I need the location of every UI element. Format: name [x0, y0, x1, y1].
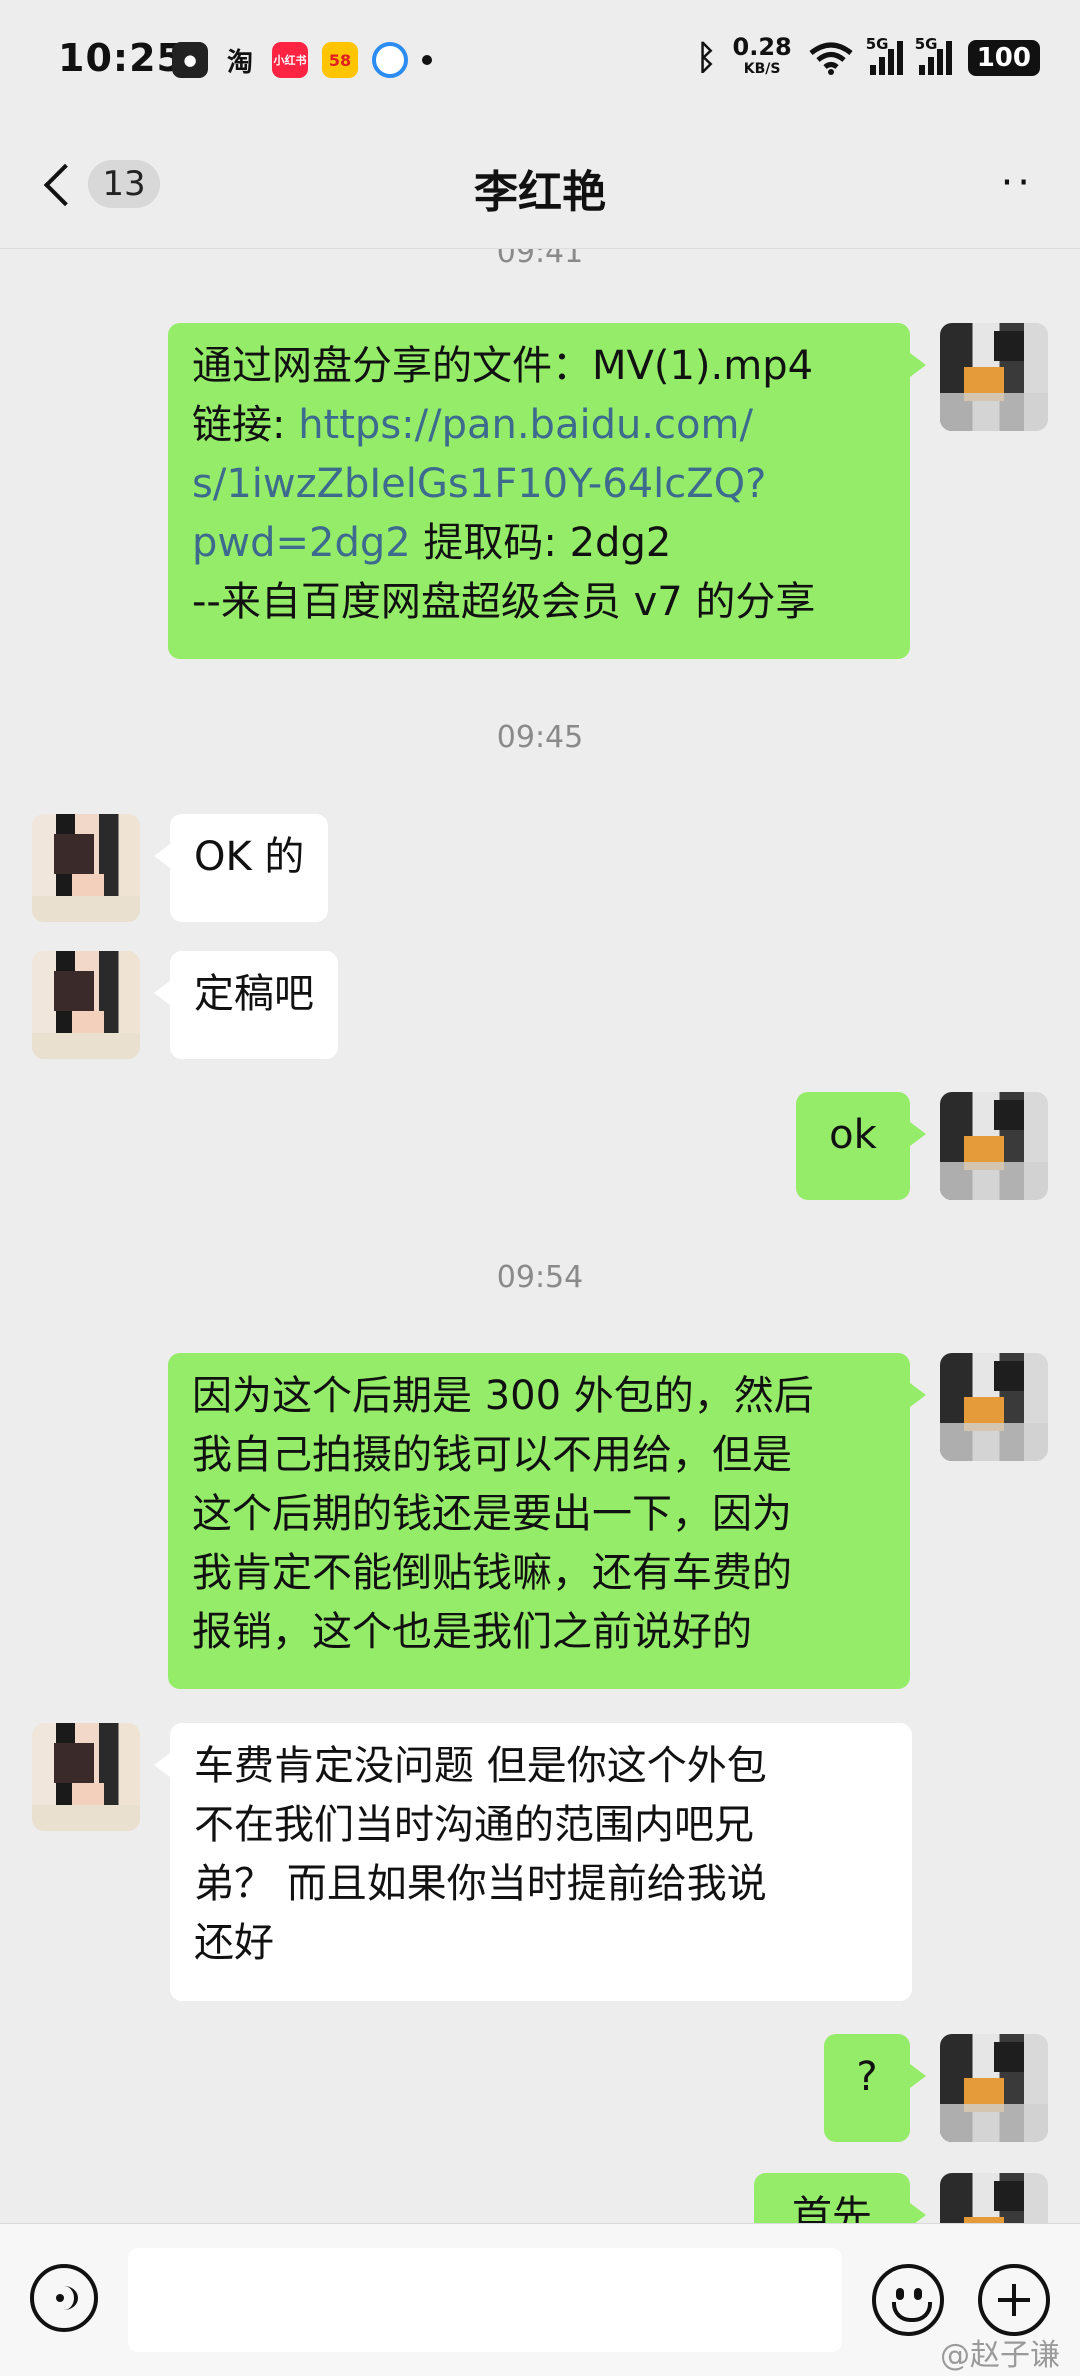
- contact-avatar[interactable]: [32, 951, 140, 1059]
- bluetooth-icon: ᛒ: [696, 38, 717, 78]
- chat-title: 李红艳: [474, 167, 606, 218]
- timestamp: 09:41: [496, 249, 584, 270]
- message-bubble-long[interactable]: 因为这个后期是 300 外包的，然后 我自己拍摄的钱可以不用给，但是 这个后期的…: [168, 1353, 926, 1689]
- contact-avatar[interactable]: [32, 1723, 140, 1831]
- signal-icon-2: 5G: [915, 35, 952, 75]
- input-bar: [0, 2223, 1080, 2376]
- message-bubble-file-share[interactable]: 通过网盘分享的文件：MV(1).mp4 链接: https://pan.baid…: [168, 323, 926, 659]
- watermark: @赵子谦: [940, 2338, 1060, 2373]
- status-bar: 10:25 ● 淘 小红书 58 ᛒ 0.28 KB/S 5G 5G 100: [0, 0, 1080, 120]
- plus-icon[interactable]: [978, 2264, 1050, 2336]
- share-link[interactable]: https://pan.baidu.com/: [298, 402, 753, 448]
- timestamp: 09:54: [496, 1260, 584, 1295]
- emoji-icon[interactable]: [872, 2264, 944, 2336]
- battery-indicator: 100: [967, 40, 1040, 76]
- status-app-icons: ● 淘 小红书 58: [172, 42, 432, 78]
- my-avatar[interactable]: [940, 323, 1048, 431]
- contact-avatar[interactable]: [32, 814, 140, 922]
- share-link-cont[interactable]: s/1iwzZbIelGs1F10Y-64lcZQ?: [192, 455, 886, 514]
- message-bubble-long[interactable]: 车费肯定没问题 但是你这个外包 不在我们当时沟通的范围内吧兄 弟？ 而且如果你当…: [154, 1723, 912, 2001]
- my-avatar[interactable]: [940, 2034, 1048, 2142]
- chat-header: 13 李红艳 ··: [0, 120, 1080, 249]
- message-bubble-partial[interactable]: 首先: [754, 2173, 926, 2223]
- app-icon-robot: ●: [172, 42, 208, 78]
- my-avatar[interactable]: [940, 2173, 1048, 2223]
- voice-input-icon[interactable]: [30, 2264, 98, 2332]
- wifi-icon: [809, 42, 853, 75]
- message-bubble[interactable]: ok: [796, 1092, 926, 1200]
- more-options-icon[interactable]: ··: [1001, 163, 1034, 203]
- status-time: 10:25: [58, 36, 184, 80]
- message-input[interactable]: [128, 2248, 842, 2352]
- my-avatar[interactable]: [940, 1353, 1048, 1461]
- chat-messages[interactable]: 09:41 通过网盘分享的文件：MV(1).mp4 链接: https://pa…: [0, 249, 1080, 2223]
- message-bubble[interactable]: OK 的: [153, 814, 329, 922]
- app-icon-browser: [372, 42, 408, 78]
- app-icon-taobao: 淘: [226, 47, 253, 78]
- share-link-pwd[interactable]: pwd=2dg2: [192, 520, 411, 566]
- message-bubble[interactable]: 定稿吧: [154, 951, 338, 1059]
- status-right: ᛒ 0.28 KB/S 5G 5G 100: [696, 33, 1040, 80]
- my-avatar[interactable]: [940, 1092, 1048, 1200]
- message-bubble[interactable]: ?: [824, 2034, 926, 2142]
- signal-icon-1: 5G: [866, 35, 903, 75]
- app-icon-58: 58: [322, 42, 358, 78]
- timestamp: 09:45: [496, 720, 584, 755]
- notification-dot-icon: [422, 55, 432, 65]
- network-speed: 0.28 KB/S: [732, 33, 792, 77]
- app-icon-xiaohongshu: 小红书: [272, 42, 308, 78]
